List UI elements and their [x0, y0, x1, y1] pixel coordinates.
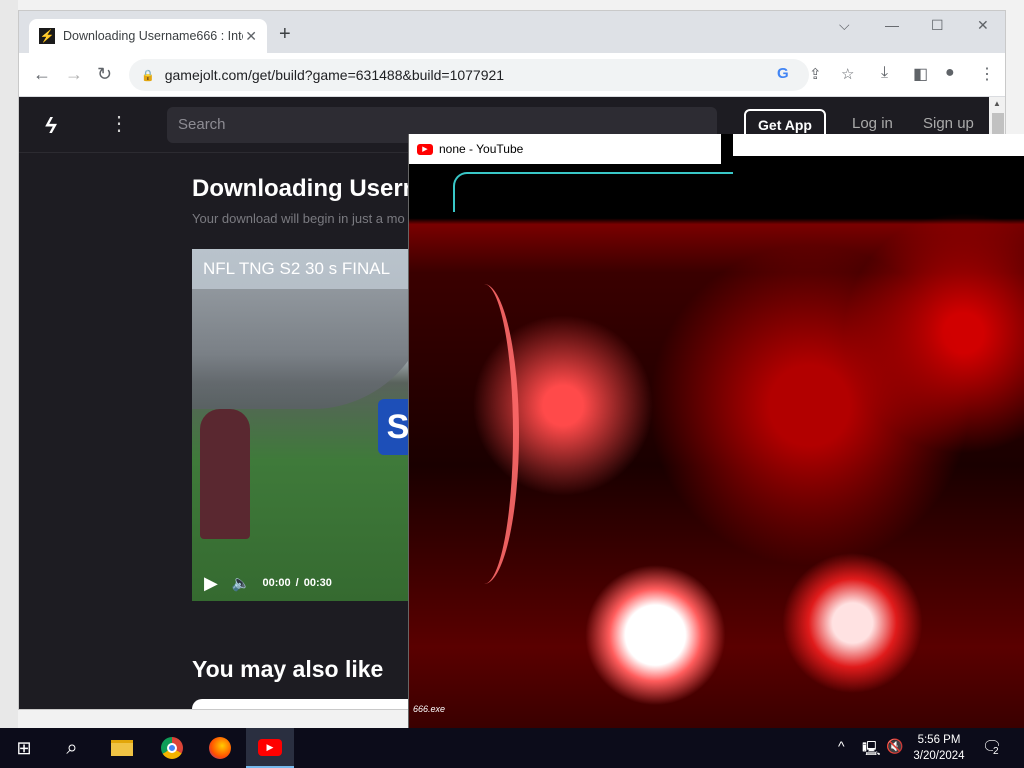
lock-icon[interactable]: 🔒 — [141, 69, 155, 82]
windows-icon: ⊞ — [16, 737, 32, 758]
play-icon[interactable]: ▶ — [204, 573, 218, 594]
menu-icon[interactable]: ⋮ — [979, 64, 995, 84]
share-icon[interactable]: ⇪ — [809, 65, 822, 83]
glitch-wave — [449, 284, 519, 584]
url-text[interactable]: gamejolt.com/get/build?game=631488&build… — [165, 67, 504, 83]
chrome-icon — [161, 737, 183, 759]
stadium-image — [192, 289, 432, 409]
tab-search-chevron-icon[interactable]: ⌵ — [839, 17, 850, 34]
desktop-background — [0, 0, 18, 730]
gamejolt-logo-icon[interactable]: ϟ — [45, 113, 57, 139]
login-link[interactable]: Log in — [852, 115, 893, 132]
address-bar[interactable]: 🔒 gamejolt.com/get/build?game=631488&bui… — [129, 59, 809, 91]
person-image — [200, 409, 250, 539]
time-separator: / — [295, 577, 299, 589]
star-icon[interactable]: ☆ — [841, 65, 854, 83]
start-button[interactable]: ⊞ — [0, 728, 48, 768]
tab-title: Downloading Username666 : Interactive — [63, 29, 243, 43]
youtube-titlebar[interactable]: ▶ none - YouTube — [409, 134, 721, 164]
youtube-window-title: none - YouTube — [439, 142, 524, 156]
ad-title: NFL TNG S2 30 s FINAL — [203, 259, 391, 278]
glitch-bar — [721, 134, 1024, 156]
volume-icon[interactable]: 🔈 — [232, 574, 251, 592]
youtube-icon: ▶ — [417, 143, 433, 155]
forward-icon[interactable]: → — [65, 64, 83, 85]
video-controls: ▶ 🔈 00:00 / 00:30 — [192, 565, 432, 601]
more-menu-icon[interactable]: ⋮ — [109, 111, 129, 136]
youtube-taskbar-button[interactable]: ▶ — [246, 728, 294, 768]
download-notice: Your download will begin in just a mo — [192, 211, 405, 226]
youtube-window[interactable]: ▶ none - YouTube 666.exe — [408, 134, 1024, 768]
reload-icon[interactable]: ↻ — [97, 64, 112, 85]
download-icon[interactable]: ⤓ — [881, 64, 888, 82]
file-explorer-button[interactable] — [98, 728, 146, 768]
browser-toolbar: ← → ↻ 🔒 gamejolt.com/get/build?game=6314… — [19, 53, 1005, 97]
taskbar: ⊞ ⌕ ▶ ^ 🖳 🔇 5:56 PM 3/20/2024 🗨 2 — [0, 728, 1024, 768]
video-caption: 666.exe — [413, 704, 446, 714]
maximize-button[interactable]: ☐ — [931, 17, 944, 34]
firefox-button[interactable] — [196, 728, 244, 768]
gamejolt-favicon-icon: ⚡ — [39, 28, 55, 44]
notification-count: 2 — [993, 746, 999, 757]
chrome-button[interactable] — [148, 728, 196, 768]
sidepanel-icon[interactable]: ◧ — [913, 64, 928, 84]
youtube-video[interactable]: 666.exe — [409, 164, 1024, 768]
network-icon[interactable]: 🖳 — [862, 738, 881, 762]
show-hidden-icons-chevron-icon[interactable]: ^ — [838, 738, 845, 754]
clock-time: 5:56 PM — [917, 734, 961, 746]
system-clock[interactable]: 5:56 PM 3/20/2024 — [908, 732, 970, 764]
youtube-icon: ▶ — [258, 738, 282, 756]
firefox-icon — [209, 737, 231, 759]
page-title: Downloading Userna — [192, 175, 431, 202]
video-current-time: 00:00 — [262, 577, 291, 589]
new-tab-button[interactable]: + — [279, 23, 291, 46]
close-window-button[interactable]: ✕ — [977, 17, 989, 34]
video-duration: 00:30 — [303, 577, 332, 589]
profile-icon[interactable]: ● — [945, 64, 955, 82]
signup-link[interactable]: Sign up — [923, 115, 974, 132]
tab-close-icon[interactable]: ✕ — [245, 28, 257, 45]
scroll-up-icon[interactable]: ▲ — [993, 99, 1001, 108]
tab-strip: ⚡ Downloading Username666 : Interactive … — [19, 11, 1005, 53]
game-card[interactable] — [192, 699, 432, 709]
minimize-button[interactable]: — — [885, 17, 899, 33]
back-icon[interactable]: ← — [33, 64, 51, 85]
volume-muted-icon[interactable]: 🔇 — [886, 738, 903, 755]
browser-tab[interactable]: ⚡ Downloading Username666 : Interactive … — [29, 19, 267, 53]
search-icon: ⌕ — [66, 736, 78, 759]
ad-video-player[interactable]: S NFL TNG S2 30 s FINAL ▶ 🔈 00:00 / 00:3… — [192, 249, 432, 601]
glitch-frame — [453, 172, 733, 212]
google-icon[interactable]: G — [777, 65, 789, 82]
also-like-heading: You may also like — [192, 656, 384, 682]
clock-date: 3/20/2024 — [913, 750, 965, 762]
folder-icon — [111, 740, 133, 756]
search-button[interactable]: ⌕ — [48, 728, 96, 768]
